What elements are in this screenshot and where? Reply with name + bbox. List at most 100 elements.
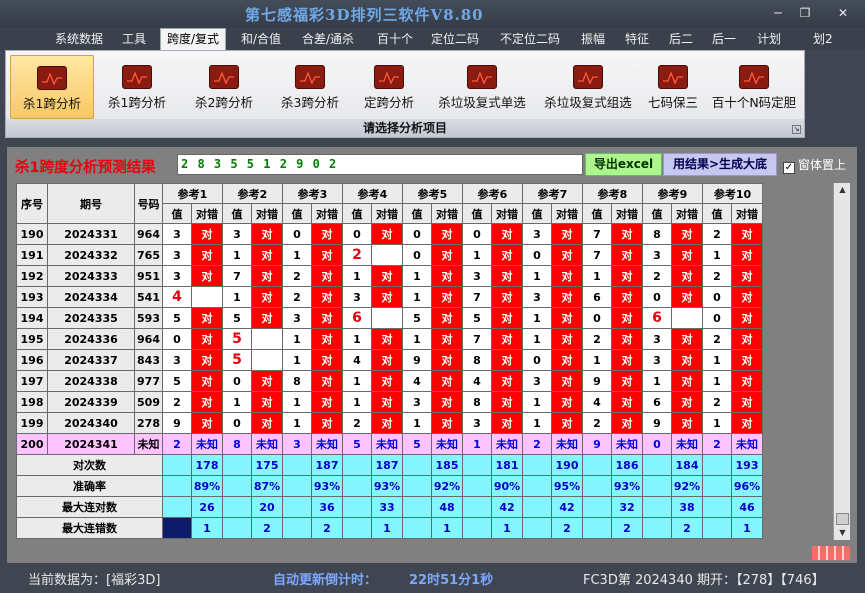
row-value: 5 <box>222 328 252 350</box>
scroll-thumb[interactable] <box>836 513 849 525</box>
subheader-correct: 对错 <box>431 203 463 224</box>
expand-icon[interactable]: ↘ <box>792 125 801 134</box>
menu-item[interactable]: 划2 <box>810 30 836 48</box>
pin-window-checkbox[interactable]: ✓ 窗体置上 <box>783 156 846 174</box>
menu-item[interactable]: 定位二码 <box>428 30 482 48</box>
row-number: 509 <box>134 391 163 413</box>
prediction-row[interactable]: 200 2024341 未知 2 未知 8 未知 3 未知 5 未知 5 未知 1 未知 2 未知 9 未知 0 未知 2… <box>16 433 763 455</box>
stat-spacer <box>522 475 552 497</box>
row-value: 7 <box>222 265 252 287</box>
menu-item[interactable]: 系统数据 <box>52 30 106 48</box>
table-row[interactable]: 192 2024333 951 3 对 7 对 2 对 1 对 1 对 3 对 1 对 1 对 2 对 2 对 <box>16 265 763 287</box>
row-value: 3 <box>402 391 432 413</box>
stat-value: 48 <box>431 496 463 518</box>
table-row[interactable]: 191 2024332 765 3 对 1 对 1 对 2 0 对 1 对 0 对 7 对 3 对 1 对 <box>16 244 763 266</box>
menu-item[interactable]: 计划 <box>754 30 784 48</box>
menu-item-active[interactable]: 跨度/复式 <box>160 28 227 50</box>
table-row[interactable]: 190 2024331 964 3 对 3 对 0 对 0 对 0 对 0 对 3 对 7 对 8 对 2 对 <box>16 223 763 245</box>
row-value: 1 <box>522 265 552 287</box>
ribbon-button-fixed-span[interactable]: 定跨分析 <box>355 55 423 119</box>
menu-item[interactable]: 后一 <box>709 30 739 48</box>
row-seq: 190 <box>16 223 48 245</box>
stat-value: 184 <box>671 454 703 476</box>
row-value: 2 <box>282 265 312 287</box>
row-value: 7 <box>462 286 492 308</box>
row-value: 1 <box>342 391 372 413</box>
row-hit: 对 <box>191 349 223 371</box>
generate-button[interactable]: 用结果>生成大底 <box>663 153 777 176</box>
table-row[interactable]: 199 2024340 278 9 对 0 对 1 对 2 对 1 对 3 对 1 对 2 对 9 对 1 对 <box>16 412 763 434</box>
menu-item[interactable]: 和/合值 <box>238 30 284 48</box>
ribbon-button-kill3-span[interactable]: 杀3跨分析 <box>271 55 349 119</box>
row-value: 1 <box>282 412 312 434</box>
ribbon-button-kill2-span[interactable]: 杀2跨分析 <box>185 55 263 119</box>
menu-item[interactable]: 不定位二码 <box>497 30 563 48</box>
ribbon-button-label: 杀1跨分析 <box>23 96 81 111</box>
table-row[interactable]: 197 2024338 977 5 对 0 对 8 对 1 对 4 对 4 对 3 对 9 对 1 对 1 对 <box>16 370 763 392</box>
ribbon-button-junk-single[interactable]: 杀垃圾复式单选 <box>430 55 534 119</box>
minimize-button[interactable]: ─ <box>770 6 786 20</box>
row-hit: 对 <box>431 286 463 308</box>
row-value: 1 <box>462 244 492 266</box>
menu-item[interactable]: 振幅 <box>578 30 608 48</box>
menu-item[interactable]: 后二 <box>666 30 696 48</box>
header-ref: 参考5 <box>402 183 463 204</box>
chart-icon <box>37 66 67 90</box>
menu-item[interactable]: 合差/通杀 <box>299 30 357 48</box>
row-value: 6 <box>642 391 672 413</box>
row-value: 3 <box>342 286 372 308</box>
ribbon-button-n-code[interactable]: 百十个N码定胆 <box>707 55 801 119</box>
row-miss <box>251 349 283 371</box>
stat-value: 87% <box>251 475 283 497</box>
row-hit: 对 <box>431 265 463 287</box>
stat-spacer <box>342 454 372 476</box>
export-excel-button[interactable]: 导出excel <box>585 153 662 176</box>
row-value: 0 <box>462 223 492 245</box>
header-ref: 参考6 <box>462 183 523 204</box>
result-field[interactable]: 2 8 3 5 5 1 2 9 0 2 <box>177 154 583 175</box>
row-value: 3 <box>522 370 552 392</box>
table-row[interactable]: 195 2024336 964 0 对 5 1 对 1 对 1 对 7 对 1 对 2 对 3 对 2 对 <box>16 328 763 350</box>
row-hit: 对 <box>431 391 463 413</box>
subheader-value: 值 <box>582 203 612 224</box>
close-button[interactable]: ✕ <box>835 6 851 20</box>
ribbon-button-junk-group[interactable]: 杀垃圾复式组选 <box>536 55 640 119</box>
pred-value: 0 <box>642 433 672 455</box>
row-value: 1 <box>282 244 312 266</box>
row-seq: 198 <box>16 391 48 413</box>
menu-item[interactable]: 百十个 <box>374 30 416 48</box>
row-hit: 对 <box>731 307 763 329</box>
restore-button[interactable]: ❐ <box>797 6 813 20</box>
row-hit: 对 <box>311 412 343 434</box>
row-hit: 对 <box>191 391 223 413</box>
ribbon-button-kill1-span-selected[interactable]: 杀1跨分析 <box>10 55 94 119</box>
stat-value: 178 <box>191 454 223 476</box>
scroll-up-icon[interactable]: ▲ <box>834 183 851 197</box>
stat-value: 26 <box>191 496 223 518</box>
scroll-down-icon[interactable]: ▼ <box>834 526 851 540</box>
row-value: 6 <box>582 286 612 308</box>
row-value: 3 <box>522 223 552 245</box>
menu-item[interactable]: 特征 <box>622 30 652 48</box>
pred-unknown: 未知 <box>371 433 403 455</box>
stat-spacer <box>642 517 672 539</box>
row-value: 1 <box>342 328 372 350</box>
pred-unknown: 未知 <box>611 433 643 455</box>
table-row[interactable]: 193 2024334 541 4 1 对 2 对 3 对 1 对 7 对 3 对 6 对 0 对 0 对 <box>16 286 763 308</box>
row-hit: 对 <box>551 370 583 392</box>
ribbon-button-kill1-span[interactable]: 杀1跨分析 <box>98 55 176 119</box>
table-row[interactable]: 194 2024335 593 5 对 5 对 3 对 6 5 对 5 对 1 对 0 对 6 0 对 <box>16 307 763 329</box>
row-hit: 对 <box>191 265 223 287</box>
table-row[interactable]: 196 2024337 843 3 对 5 1 对 4 对 9 对 8 对 0 对 1 对 3 对 1 对 <box>16 349 763 371</box>
row-value: 0 <box>702 307 732 329</box>
row-hit: 对 <box>671 349 703 371</box>
checkbox-icon[interactable]: ✓ <box>783 162 795 174</box>
stat-spacer <box>342 517 372 539</box>
ribbon-button-seven-code[interactable]: 七码保三 <box>642 55 704 119</box>
row-value: 7 <box>582 244 612 266</box>
table-row[interactable]: 198 2024339 509 2 对 1 对 1 对 1 对 3 对 8 对 1 对 4 对 6 对 2 对 <box>16 391 763 413</box>
vertical-scrollbar[interactable]: ▲ ▼ <box>833 183 850 540</box>
menu-item[interactable]: 工具 <box>119 30 149 48</box>
row-hit: 对 <box>251 370 283 392</box>
pred-unknown: 未知 <box>311 433 343 455</box>
